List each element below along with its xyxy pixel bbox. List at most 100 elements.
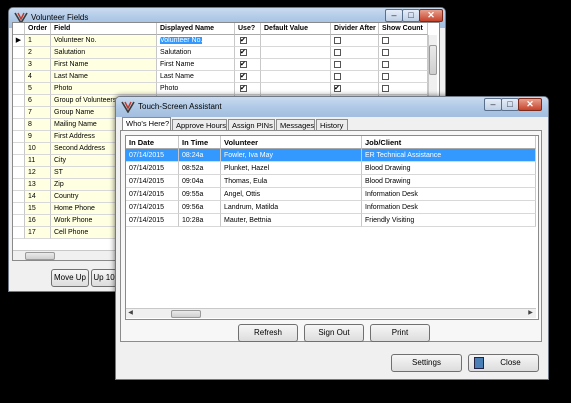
scroll-right-icon[interactable]: ▶	[526, 309, 535, 318]
table-row[interactable]: 07/14/2015 09:55a Angel, Ottis Information …	[126, 188, 536, 201]
row-selector[interactable]	[13, 119, 25, 131]
row-selector[interactable]	[13, 215, 25, 227]
maximize-button[interactable]: □	[501, 98, 519, 111]
minimize-button[interactable]: –	[385, 9, 403, 22]
row-selector[interactable]	[13, 203, 25, 215]
table-row[interactable]: 07/14/2015 09:04a Thomas, Eula Blood Drawin…	[126, 175, 536, 188]
divider-checkbox[interactable]	[334, 61, 341, 68]
sign-out-button[interactable]: Sign Out	[304, 324, 364, 342]
close-window-button[interactable]: ✕	[518, 98, 542, 111]
divider-after-cell[interactable]	[331, 47, 379, 59]
whos-here-column-header[interactable]: In Time	[179, 136, 221, 149]
row-selector[interactable]: ▶	[13, 35, 25, 47]
row-selector[interactable]	[13, 131, 25, 143]
row-selector[interactable]	[13, 143, 25, 155]
use-cell[interactable]	[235, 35, 261, 47]
divider-checkbox[interactable]	[334, 73, 341, 80]
fields-scroll-thumb[interactable]	[429, 45, 437, 75]
default-value-cell[interactable]	[261, 71, 331, 83]
whos-here-hscroll-thumb[interactable]	[171, 310, 201, 318]
fields-hscroll-thumb[interactable]	[25, 252, 55, 260]
whos-here-column-header[interactable]: Volunteer	[221, 136, 362, 149]
fields-column-header[interactable]: Displayed Name	[157, 23, 235, 35]
table-row[interactable]: 07/14/2015 08:24a Fowler, Iva May ER Techni…	[126, 149, 536, 162]
table-row[interactable]: 07/14/2015 08:52a Plunket, Hazel Blood Draw…	[126, 162, 536, 175]
show-count-checkbox[interactable]	[382, 61, 389, 68]
divider-after-cell[interactable]	[331, 83, 379, 95]
displayed-name-cell[interactable]: Salutation	[157, 47, 235, 59]
show-count-checkbox[interactable]	[382, 49, 389, 56]
show-count-checkbox[interactable]	[382, 37, 389, 44]
row-selector[interactable]	[13, 227, 25, 239]
whos-here-column-header[interactable]: In Date	[126, 136, 179, 149]
displayed-name-cell[interactable]: Last Name	[157, 71, 235, 83]
use-cell[interactable]	[235, 71, 261, 83]
row-selector[interactable]	[13, 191, 25, 203]
use-checkbox[interactable]	[240, 59, 247, 70]
default-value-cell[interactable]	[261, 35, 331, 47]
whos-here-horizontal-scrollbar[interactable]: ◀ ▶	[126, 308, 536, 318]
use-checkbox[interactable]	[240, 83, 247, 94]
use-checkbox[interactable]	[240, 47, 247, 58]
minimize-button[interactable]: –	[484, 98, 502, 111]
fields-column-header[interactable]: Field	[51, 23, 157, 35]
whos-here-column-header[interactable]: Job/Client	[362, 136, 536, 149]
divider-checkbox[interactable]	[334, 83, 341, 94]
displayed-name-cell[interactable]: Photo	[157, 83, 235, 95]
up-10-button[interactable]: Up 10	[91, 269, 117, 287]
divider-checkbox[interactable]	[334, 49, 341, 56]
row-selector[interactable]	[13, 179, 25, 191]
use-cell[interactable]	[235, 47, 261, 59]
show-count-checkbox[interactable]	[382, 73, 389, 80]
table-row[interactable]: 07/14/2015 09:56a Landrum, Matilda Informat…	[126, 201, 536, 214]
default-value-cell[interactable]	[261, 59, 331, 71]
move-up-button[interactable]: Move Up	[51, 269, 89, 287]
fields-column-header[interactable]: Order	[25, 23, 51, 35]
print-button[interactable]: Print	[370, 324, 430, 342]
in-time-cell: 09:04a	[179, 175, 221, 188]
divider-after-cell[interactable]	[331, 35, 379, 47]
settings-button[interactable]: Settings	[391, 354, 462, 372]
row-selector[interactable]	[13, 95, 25, 107]
row-selector[interactable]	[13, 155, 25, 167]
table-row[interactable]: 07/14/2015 10:28a Mauter, Bettnia Friendly …	[126, 214, 536, 227]
default-value-cell[interactable]	[261, 83, 331, 95]
show-count-checkbox[interactable]	[382, 85, 389, 92]
close-window-button[interactable]: ✕	[419, 9, 443, 22]
row-selector[interactable]	[13, 59, 25, 71]
default-value-cell[interactable]	[261, 47, 331, 59]
show-count-cell[interactable]	[379, 35, 428, 47]
use-cell[interactable]	[235, 59, 261, 71]
use-checkbox[interactable]	[240, 35, 247, 46]
displayed-name-cell[interactable]: First Name	[157, 59, 235, 71]
volunteer-cell: Fowler, Iva May	[221, 149, 362, 162]
show-count-cell[interactable]	[379, 47, 428, 59]
close-button[interactable]: Close	[468, 354, 539, 372]
in-time-cell: 08:24a	[179, 149, 221, 162]
fields-column-header[interactable]: Show Count	[379, 23, 428, 35]
row-selector[interactable]	[13, 47, 25, 59]
refresh-button[interactable]: Refresh	[238, 324, 298, 342]
fields-column-header[interactable]: Use?	[235, 23, 261, 35]
touch-screen-titlebar[interactable]: Touch-Screen Assistant – □ ✕	[116, 97, 548, 117]
use-checkbox[interactable]	[240, 71, 247, 82]
scroll-left-icon[interactable]: ◀	[126, 309, 135, 318]
divider-checkbox[interactable]	[334, 37, 341, 44]
use-cell[interactable]	[235, 83, 261, 95]
row-selector[interactable]	[13, 83, 25, 95]
show-count-cell[interactable]	[379, 71, 428, 83]
row-selector[interactable]	[13, 167, 25, 179]
tab-whos-here[interactable]: Who's Here?	[122, 117, 171, 131]
divider-after-cell[interactable]	[331, 71, 379, 83]
displayed-name-cell[interactable]: Volunteer No.	[157, 35, 235, 47]
divider-after-cell[interactable]	[331, 59, 379, 71]
show-count-cell[interactable]	[379, 59, 428, 71]
fields-column-header[interactable]: Default Value	[261, 23, 331, 35]
row-selector[interactable]	[13, 107, 25, 119]
fields-column-header[interactable]: Divider After	[331, 23, 379, 35]
maximize-button[interactable]: □	[402, 9, 420, 22]
show-count-cell[interactable]	[379, 83, 428, 95]
window-title: Volunteer Fields	[31, 13, 89, 22]
row-selector[interactable]	[13, 71, 25, 83]
touch-screen-window: Touch-Screen Assistant – □ ✕ Who's Here?…	[115, 96, 549, 380]
